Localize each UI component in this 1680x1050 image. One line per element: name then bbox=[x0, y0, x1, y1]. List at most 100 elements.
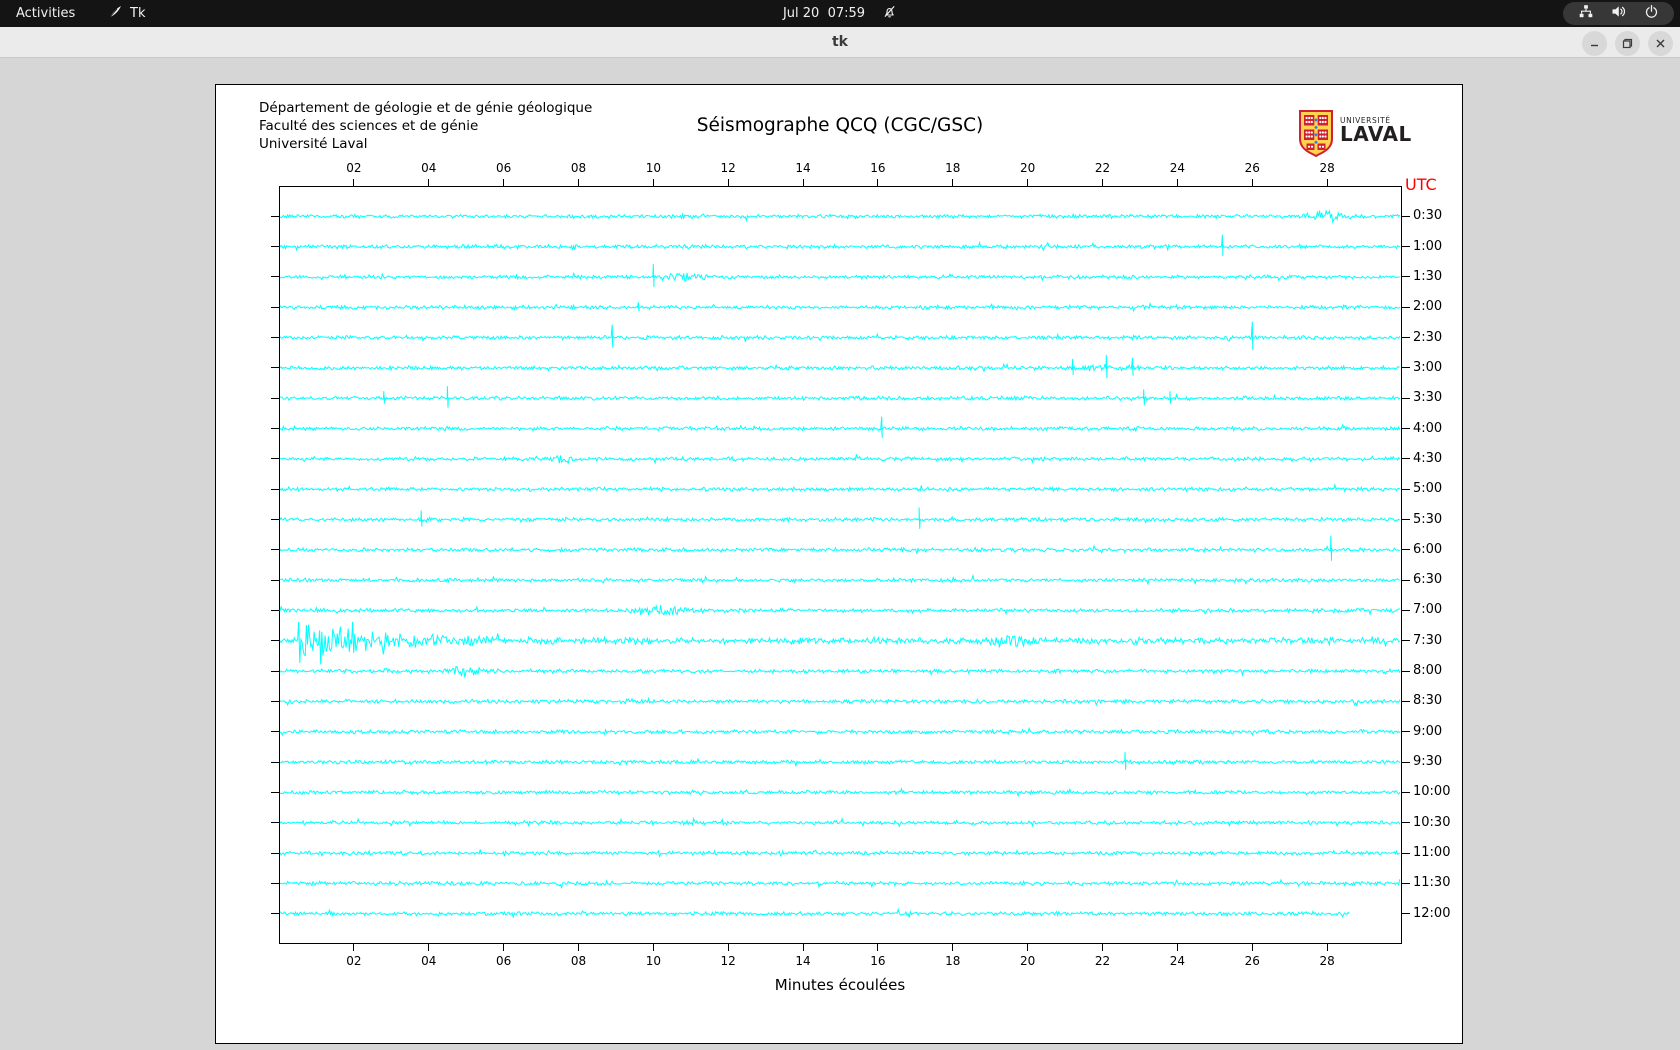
figure-title: Séismographe QCQ (CGC/GSC) bbox=[696, 115, 984, 136]
window-content: Département de géologie et de génie géol… bbox=[0, 58, 1680, 1050]
window-titlebar[interactable]: tk bbox=[0, 27, 1680, 58]
time-tick-left bbox=[271, 913, 279, 915]
time-tick-left bbox=[271, 519, 279, 521]
seismo-trace-6:00 bbox=[279, 535, 1400, 561]
institution-block: Département de géologie et de génie géol… bbox=[259, 99, 592, 153]
x-tick-bottom bbox=[877, 944, 879, 951]
x-tick-label-bottom: 04 bbox=[421, 954, 437, 968]
x-tick-label-top: 04 bbox=[421, 161, 437, 175]
time-tick-left bbox=[271, 549, 279, 551]
seismo-trace-3:00 bbox=[279, 354, 1400, 379]
time-tick-right bbox=[1402, 670, 1410, 672]
maximize-button[interactable] bbox=[1615, 31, 1640, 56]
x-tick-label-bottom: 16 bbox=[870, 954, 886, 968]
x-tick-top bbox=[877, 179, 879, 186]
time-tick-left bbox=[271, 397, 279, 399]
time-label: 1:00 bbox=[1413, 238, 1443, 254]
x-tick-bottom bbox=[1326, 944, 1328, 951]
clock-menu[interactable]: Jul 20 07:59 bbox=[783, 0, 897, 27]
x-tick-label-bottom: 12 bbox=[720, 954, 736, 968]
window-title: tk bbox=[831, 34, 848, 50]
laval-shield-icon bbox=[1299, 110, 1333, 157]
time-label: 2:00 bbox=[1413, 299, 1443, 315]
x-tick-label-top: 24 bbox=[1169, 161, 1186, 175]
app-indicator-tk[interactable]: Tk bbox=[108, 0, 145, 27]
network-wired-icon bbox=[1578, 4, 1594, 23]
time-tick-right bbox=[1402, 731, 1410, 733]
x-tick-bottom bbox=[1027, 944, 1029, 951]
x-tick-top bbox=[1176, 179, 1178, 186]
x-tick-label-bottom: 26 bbox=[1244, 954, 1260, 968]
time-label: 10:30 bbox=[1413, 814, 1451, 830]
time-tick-left bbox=[271, 579, 279, 581]
x-tick-top bbox=[503, 179, 505, 186]
seismo-trace-6:30 bbox=[279, 573, 1400, 586]
x-tick-label-bottom: 06 bbox=[495, 954, 512, 968]
x-tick-bottom bbox=[727, 944, 729, 951]
seismograph-figure: Département de géologie et de génie géol… bbox=[215, 84, 1463, 1044]
time-tick-left bbox=[271, 882, 279, 884]
close-button[interactable] bbox=[1648, 31, 1673, 56]
time-tick-left bbox=[271, 731, 279, 733]
x-tick-label-bottom: 08 bbox=[570, 954, 587, 968]
time-label: 5:00 bbox=[1413, 481, 1443, 497]
x-tick-top bbox=[652, 179, 654, 186]
time-label: 11:00 bbox=[1413, 845, 1451, 861]
time-tick-left bbox=[271, 306, 279, 308]
x-tick-bottom bbox=[353, 944, 355, 951]
power-icon bbox=[1644, 4, 1659, 23]
institution-line-1: Département de géologie et de génie géol… bbox=[259, 100, 593, 116]
minimize-button[interactable] bbox=[1582, 31, 1607, 56]
system-status-menu[interactable] bbox=[1563, 2, 1674, 25]
laval-logo-text: UNIVERSITÉ LAVAL bbox=[1340, 110, 1412, 144]
time-tick-left bbox=[271, 852, 279, 854]
x-tick-label-bottom: 22 bbox=[1094, 954, 1111, 968]
x-tick-bottom bbox=[1102, 944, 1104, 951]
x-tick-label-bottom: 20 bbox=[1020, 954, 1036, 968]
x-tick-label-top: 26 bbox=[1244, 161, 1260, 175]
x-tick-top bbox=[1102, 179, 1104, 186]
time-label: 9:30 bbox=[1413, 754, 1443, 770]
x-tick-bottom bbox=[652, 944, 654, 951]
time-tick-right bbox=[1402, 791, 1410, 793]
time-tick-left bbox=[271, 215, 279, 217]
minimize-icon bbox=[1591, 44, 1598, 47]
x-tick-top bbox=[1027, 179, 1029, 186]
time-tick-left bbox=[271, 428, 279, 430]
x-tick-label-top: 16 bbox=[870, 161, 886, 175]
x-tick-label-bottom: 10 bbox=[645, 954, 661, 968]
time-tick-left bbox=[271, 700, 279, 702]
x-tick-label-bottom: 28 bbox=[1319, 954, 1335, 968]
activities-button[interactable]: Activities bbox=[16, 0, 75, 27]
tk-feather-icon bbox=[108, 4, 123, 23]
time-tick-right bbox=[1402, 397, 1410, 399]
x-tick-bottom bbox=[503, 944, 505, 951]
seismo-trace-4:30 bbox=[279, 454, 1401, 465]
time-label: 6:00 bbox=[1413, 541, 1443, 557]
time-tick-left bbox=[271, 761, 279, 763]
seismo-trace-1:30 bbox=[279, 263, 1400, 288]
x-tick-bottom bbox=[428, 944, 430, 951]
time-tick-right bbox=[1402, 246, 1410, 248]
x-tick-label-top: 22 bbox=[1094, 161, 1111, 175]
time-label: 9:00 bbox=[1413, 723, 1443, 739]
x-tick-bottom bbox=[1251, 944, 1253, 951]
x-tick-label-top: 12 bbox=[720, 161, 736, 175]
time-tick-right bbox=[1402, 519, 1410, 521]
time-label: 1:30 bbox=[1413, 268, 1443, 284]
seismo-trace-3:30 bbox=[279, 386, 1401, 408]
time-label: 4:00 bbox=[1413, 420, 1443, 436]
time-tick-right bbox=[1402, 761, 1410, 763]
x-axis-label: Minutes écoulées bbox=[774, 976, 906, 994]
x-tick-bottom bbox=[952, 944, 954, 951]
seismo-trace-5:30 bbox=[279, 507, 1401, 529]
x-tick-label-top: 18 bbox=[945, 161, 961, 175]
institution-line-3: Université Laval bbox=[259, 136, 368, 152]
seismo-trace-10:00 bbox=[279, 787, 1401, 798]
x-tick-bottom bbox=[802, 944, 804, 951]
x-tick-label-bottom: 02 bbox=[346, 954, 362, 968]
time-tick-left bbox=[271, 609, 279, 611]
time-tick-right bbox=[1402, 306, 1410, 308]
seismo-trace-11:30 bbox=[279, 878, 1401, 890]
x-tick-bottom bbox=[577, 944, 579, 951]
